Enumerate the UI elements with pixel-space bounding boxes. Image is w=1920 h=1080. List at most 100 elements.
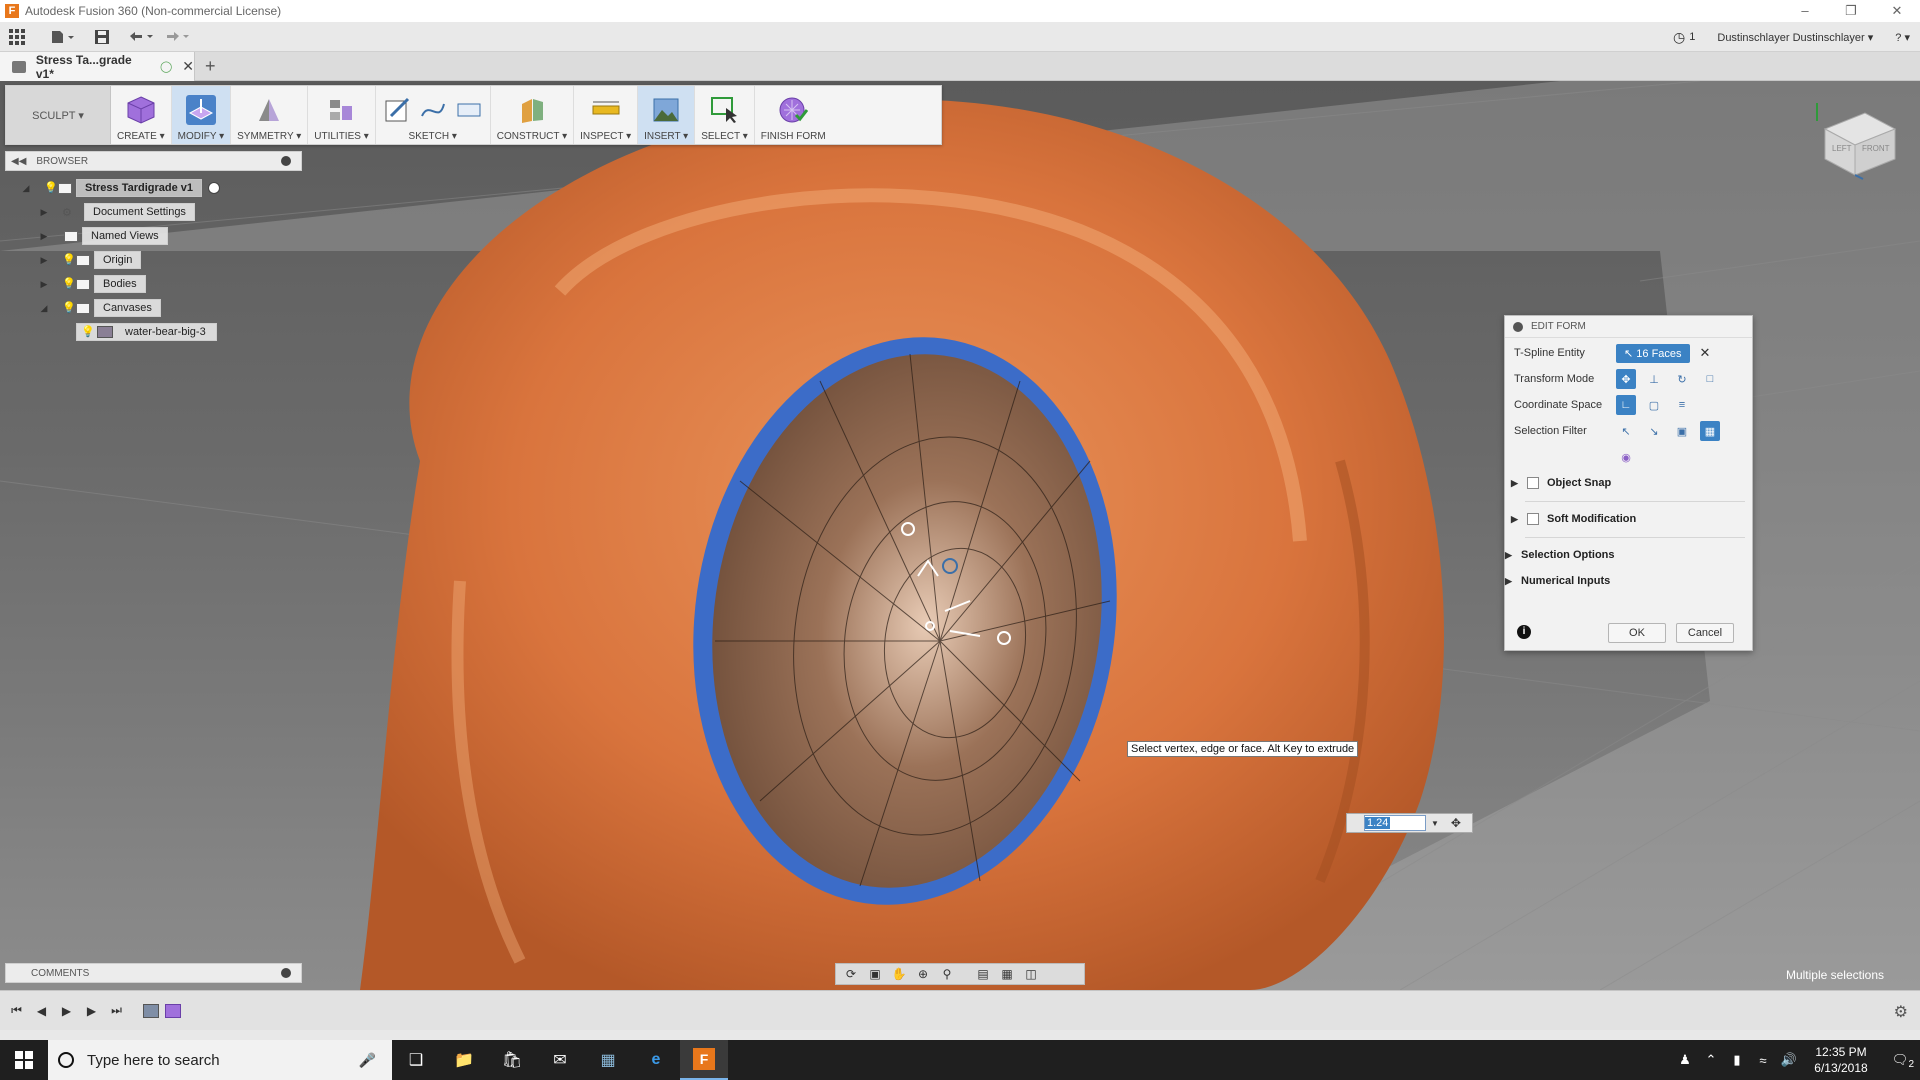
select-icon[interactable] — [709, 95, 739, 125]
task-view-icon[interactable]: ❑ — [392, 1040, 440, 1080]
edge-filter-icon[interactable]: ↘ — [1644, 421, 1664, 441]
distance-input[interactable]: 1.24 — [1364, 815, 1426, 831]
vertex-filter-icon[interactable]: ↖ — [1616, 421, 1636, 441]
go-to-end-icon[interactable]: ⏭ — [104, 1001, 129, 1021]
activate-component-icon[interactable] — [208, 182, 221, 194]
cancel-button[interactable]: Cancel — [1676, 623, 1734, 643]
fit-icon[interactable]: ⚲ — [936, 965, 958, 983]
browser-panel-header[interactable]: ◀◀ BROWSER — [5, 151, 302, 171]
local-space-icon[interactable]: ≡ — [1672, 395, 1692, 415]
wifi-icon[interactable]: ≈ — [1750, 1053, 1776, 1068]
collapse-browser-icon[interactable]: ◀◀ — [11, 156, 26, 167]
modify-group[interactable]: MODIFY ▾ — [171, 86, 232, 144]
people-icon[interactable]: ♟ — [1672, 1052, 1698, 1068]
utilities-icon[interactable] — [326, 95, 356, 125]
construct-group[interactable]: CONSTRUCT ▾ — [491, 86, 575, 144]
finish-form-icon[interactable] — [778, 95, 809, 125]
show-hidden-icons[interactable]: ⌃ — [1698, 1052, 1724, 1068]
close-window-button[interactable]: ✕ — [1874, 0, 1920, 22]
edge-browser-icon[interactable]: e — [632, 1040, 680, 1080]
body-filter-icon[interactable]: ◉ — [1616, 447, 1636, 467]
microphone-icon[interactable]: 🎤 — [359, 1052, 376, 1069]
measure-icon[interactable] — [591, 95, 621, 125]
close-tab-icon[interactable]: ✕ — [182, 58, 194, 75]
comments-pin-icon[interactable] — [281, 968, 291, 978]
browser-item-named-views[interactable]: ▶ Named Views — [38, 227, 168, 245]
help-menu[interactable]: ? ▾ — [1895, 31, 1910, 44]
timeline-settings-icon[interactable]: ⚙ — [1894, 1002, 1908, 1022]
selection-options-section[interactable]: ▶ Selection Options — [1505, 545, 1615, 565]
viewports-icon[interactable]: ◫ — [1020, 965, 1042, 983]
orbit-icon[interactable]: ⟳ — [840, 965, 862, 983]
visibility-bulb-icon[interactable]: 💡 — [81, 326, 95, 338]
create-sketch-icon[interactable] — [382, 95, 412, 125]
clear-selection-icon[interactable]: ✕ — [1700, 345, 1711, 361]
document-tab[interactable]: Stress Ta...grade v1* ◯ ✕ — [0, 52, 195, 81]
visibility-bulb-icon[interactable]: 💡 — [62, 302, 76, 314]
view-space-icon[interactable]: ▢ — [1644, 395, 1664, 415]
form-timeline-feature-icon[interactable] — [165, 1003, 181, 1018]
insert-group[interactable]: INSERT ▾ — [638, 86, 696, 144]
visibility-bulb-icon[interactable]: 💡 — [62, 254, 76, 266]
file-explorer-icon[interactable]: 📁 — [440, 1040, 488, 1080]
new-tab-button[interactable]: + — [205, 52, 216, 81]
inspect-group[interactable]: INSPECT ▾ — [574, 86, 639, 144]
multi-transform-icon[interactable]: ✥ — [1616, 369, 1636, 389]
clock[interactable]: 12:35 PM 6/13/2018 — [1802, 1044, 1880, 1076]
save-icon[interactable] — [86, 22, 118, 52]
expand-toggle-icon[interactable]: ▶ — [38, 278, 50, 290]
construct-plane-icon[interactable] — [517, 95, 547, 125]
comments-panel-header[interactable]: COMMENTS — [5, 963, 302, 983]
scale-icon[interactable]: □ — [1700, 369, 1720, 389]
mail-icon[interactable]: ✉ — [536, 1040, 584, 1080]
object-snap-checkbox[interactable] — [1527, 477, 1539, 489]
data-panel-grid-icon[interactable] — [0, 22, 34, 52]
job-status[interactable]: ◷ 1 — [1673, 29, 1695, 46]
browser-item-bodies[interactable]: ▶ 💡 Bodies — [38, 275, 146, 293]
select-group[interactable]: SELECT ▾ — [695, 86, 755, 144]
symmetry-icon[interactable] — [254, 95, 284, 125]
zoom-icon[interactable]: ⊕ — [912, 965, 934, 983]
browser-root[interactable]: ◢ 💡 Stress Tardigrade v1 — [20, 179, 221, 197]
translate-icon[interactable]: ⊥ — [1644, 369, 1664, 389]
volume-icon[interactable]: 🔊 — [1776, 1052, 1802, 1068]
rotate-icon[interactable]: ↻ — [1672, 369, 1692, 389]
go-to-start-icon[interactable]: ⏮ — [4, 1001, 29, 1021]
expand-icon[interactable]: ▶ — [1505, 550, 1515, 561]
object-snap-section[interactable]: ▶ Object Snap — [1511, 473, 1611, 493]
visibility-bulb-icon[interactable]: 💡 — [62, 278, 76, 290]
dropdown-arrow-icon[interactable]: ▼ — [1431, 819, 1439, 828]
canvas-timeline-feature-icon[interactable] — [143, 1003, 159, 1018]
insert-image-icon[interactable] — [651, 95, 681, 125]
workspace-switcher[interactable]: SCULPT ▾ — [6, 86, 111, 144]
store-icon[interactable]: 🛍 — [488, 1040, 536, 1080]
file-menu-icon[interactable] — [40, 22, 86, 52]
expand-icon[interactable]: ▶ — [1505, 576, 1515, 587]
fusion-taskbar-icon[interactable]: F — [680, 1040, 728, 1080]
modify-icon[interactable] — [185, 95, 216, 125]
step-back-icon[interactable]: ◀ — [29, 1001, 54, 1021]
expand-toggle-icon[interactable]: ▶ — [38, 206, 50, 218]
spline-icon[interactable] — [418, 95, 448, 125]
expand-icon[interactable]: ▶ — [1511, 514, 1521, 525]
browser-item-document-settings[interactable]: ▶ ⚙ Document Settings — [38, 203, 195, 221]
ok-button[interactable]: OK — [1608, 623, 1666, 643]
expand-toggle-icon[interactable]: ▶ — [38, 230, 50, 242]
move-manipulator-icon[interactable]: ✥ — [1451, 816, 1461, 830]
battery-icon[interactable]: ▮ — [1724, 1052, 1750, 1068]
collapse-toggle-icon[interactable]: ◢ — [38, 302, 50, 314]
expand-toggle-icon[interactable]: ▶ — [38, 254, 50, 266]
pan-icon[interactable]: ✋ — [888, 965, 910, 983]
create-cube-icon[interactable] — [126, 95, 156, 125]
face-filter-icon[interactable]: ▣ — [1672, 421, 1692, 441]
notification-center-icon[interactable]: 🗨 2 — [1880, 1052, 1920, 1070]
info-icon[interactable]: i — [1517, 625, 1531, 639]
display-settings-icon[interactable]: ▤ — [972, 965, 994, 983]
taskbar-search[interactable]: Type here to search 🎤 — [48, 1040, 392, 1080]
browser-item-origin[interactable]: ▶ 💡 Origin — [38, 251, 142, 269]
app-icon[interactable]: ▦ — [584, 1040, 632, 1080]
create-group[interactable]: CREATE ▾ — [111, 86, 172, 144]
redo-icon[interactable] — [160, 22, 196, 52]
undo-icon[interactable] — [124, 22, 160, 52]
tspline-selection-button[interactable]: ↖ 16 Faces — [1616, 343, 1690, 363]
